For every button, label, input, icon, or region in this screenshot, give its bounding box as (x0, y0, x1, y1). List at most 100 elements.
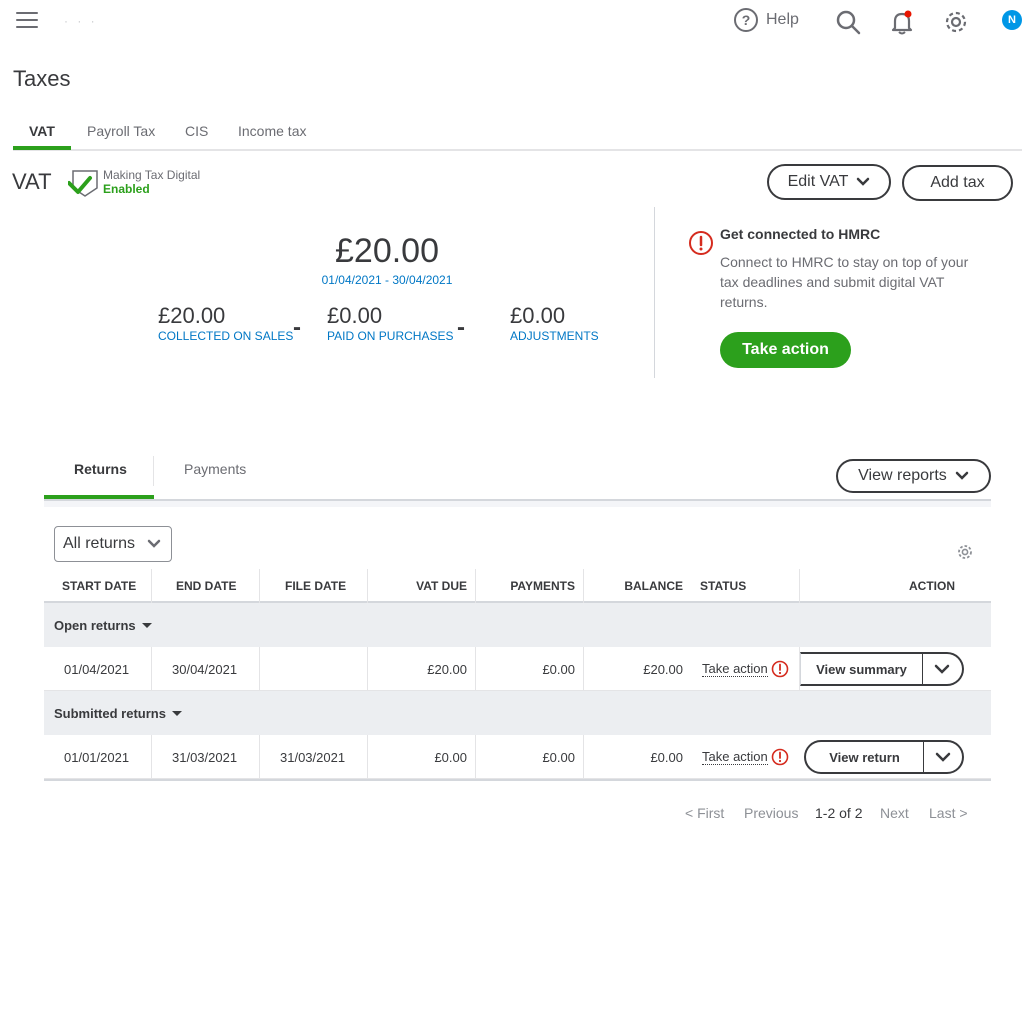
view-return-split-button: View return (804, 740, 964, 774)
chevron-down-icon (147, 539, 161, 548)
mtd-label: Making Tax Digital (103, 168, 201, 182)
cell-start-date: 01/01/2021 (64, 749, 130, 765)
tab-payments[interactable]: Payments (184, 461, 246, 477)
tab-returns[interactable]: Returns (74, 461, 127, 477)
action-dropdown-button[interactable] (923, 654, 961, 684)
status-take-action-link[interactable]: Take action (702, 749, 768, 765)
col-vat-due[interactable]: VAT DUE (368, 569, 467, 603)
active-tab-indicator (44, 495, 154, 499)
col-payments[interactable]: PAYMENTS (476, 569, 575, 603)
vat-period: 01/04/2021 - 30/04/2021 (321, 273, 453, 287)
tab-income-tax[interactable]: Income tax (238, 123, 306, 139)
table-top-strip (44, 501, 991, 507)
group-label: Submitted returns (54, 705, 166, 721)
cell-status: Take action (702, 647, 789, 691)
vat-heading: VAT (12, 169, 52, 194)
cell-start-date: 01/04/2021 (64, 661, 130, 677)
page-title: Taxes (13, 66, 71, 91)
active-tab-indicator (13, 146, 71, 150)
group-open-returns[interactable]: Open returns (44, 603, 991, 647)
notification-dot (904, 10, 912, 18)
col-balance[interactable]: BALANCE (584, 569, 683, 603)
cell-end-date: 30/04/2021 (172, 661, 238, 677)
search-icon[interactable] (834, 8, 862, 36)
chevron-down-icon (955, 471, 969, 480)
cell-payments: £0.00 (542, 661, 575, 677)
take-action-button[interactable]: Take action (720, 332, 851, 368)
table-header: START DATE END DATE FILE DATE VAT DUE PA… (44, 569, 991, 603)
collected-value: £20.00 (158, 303, 226, 328)
caret-down-icon (141, 622, 152, 628)
filter-selected-value: All returns (63, 535, 136, 552)
table-row: 01/01/2021 31/03/2021 31/03/2021 £0.00 £… (44, 735, 991, 779)
edit-vat-button[interactable]: Edit VAT (767, 164, 891, 200)
pagination-first[interactable]: < First (685, 805, 724, 821)
cell-vat-due: £20.00 (427, 661, 467, 677)
bell-icon[interactable] (888, 8, 916, 36)
paid-label[interactable]: PAID ON PURCHASES (327, 329, 453, 343)
add-tax-label: Add tax (930, 174, 985, 191)
status-take-action-link[interactable]: Take action (702, 661, 768, 677)
cell-end-date: 31/03/2021 (172, 749, 238, 765)
tab-vat[interactable]: VAT (29, 123, 55, 139)
table-settings-gear-icon[interactable] (956, 543, 974, 561)
help-button[interactable]: ? Help (734, 8, 799, 32)
table-bottom-border (44, 779, 991, 781)
chevron-down-icon (934, 664, 950, 674)
hmrc-title: Get connected to HMRC (720, 226, 881, 242)
col-action: ACTION (909, 579, 955, 593)
pagination-previous[interactable]: Previous (744, 805, 798, 821)
edit-vat-label: Edit VAT (787, 173, 849, 190)
col-start-date[interactable]: START DATE (62, 569, 136, 603)
help-label: Help (766, 11, 799, 28)
tab-cis[interactable]: CIS (185, 123, 208, 139)
chevron-down-icon (935, 752, 951, 762)
warning-icon (771, 660, 789, 678)
alert-icon (689, 231, 713, 255)
hmrc-description: Connect to HMRC to stay on top of your t… (720, 254, 969, 310)
col-file-date[interactable]: FILE DATE (285, 569, 346, 603)
cell-payments: £0.00 (542, 749, 575, 765)
action-dropdown-button[interactable] (924, 742, 962, 772)
group-submitted-returns[interactable]: Submitted returns (44, 691, 991, 735)
view-reports-button[interactable]: View reports (836, 459, 991, 493)
col-status[interactable]: STATUS (700, 569, 746, 603)
chevron-down-icon (857, 177, 870, 186)
mtd-shield-icon (68, 170, 98, 197)
breadcrumb-dots: · · · (64, 14, 98, 28)
table-row: 01/04/2021 30/04/2021 £20.00 £0.00 £20.0… (44, 647, 991, 691)
divider (654, 207, 655, 378)
main-tabs: VAT Payroll Tax CIS Income tax (13, 114, 1022, 151)
view-reports-label: View reports (858, 467, 947, 484)
warning-icon (771, 748, 789, 766)
avatar[interactable]: N (1002, 10, 1022, 30)
collected-label[interactable]: COLLECTED ON SALES (158, 329, 293, 343)
hamburger-menu-icon[interactable] (16, 12, 38, 29)
pagination-next[interactable]: Next (880, 805, 909, 821)
help-icon: ? (734, 8, 758, 32)
tab-payroll-tax[interactable]: Payroll Tax (87, 123, 155, 139)
adjustments-label[interactable]: ADJUSTMENTS (510, 329, 599, 343)
col-end-date[interactable]: END DATE (176, 569, 236, 603)
cell-status: Take action (702, 735, 789, 779)
returns-filter-select[interactable]: All returns (54, 526, 172, 562)
minus-sign: - (457, 314, 465, 341)
view-summary-split-button: View summary (800, 652, 964, 686)
gear-icon[interactable] (942, 8, 970, 36)
vat-returns-table: START DATE END DATE FILE DATE VAT DUE PA… (44, 569, 991, 781)
add-tax-button[interactable]: Add tax (902, 165, 1013, 201)
top-bar: · · · ? Help N (0, 0, 1036, 44)
pagination-last[interactable]: Last > (929, 805, 968, 821)
pagination-range: 1-2 of 2 (815, 805, 863, 821)
adjustments-value: £0.00 (510, 303, 566, 328)
view-return-button[interactable]: View return (806, 742, 924, 772)
cell-vat-due: £0.00 (434, 749, 467, 765)
cell-balance: £0.00 (650, 749, 683, 765)
cell-file-date: 31/03/2021 (280, 749, 346, 765)
caret-down-icon (171, 710, 182, 716)
minus-sign: - (293, 314, 301, 341)
view-summary-button[interactable]: View summary (801, 654, 923, 684)
cell-balance: £20.00 (643, 661, 683, 677)
tab-separator (153, 456, 154, 486)
paid-value: £0.00 (327, 303, 383, 328)
